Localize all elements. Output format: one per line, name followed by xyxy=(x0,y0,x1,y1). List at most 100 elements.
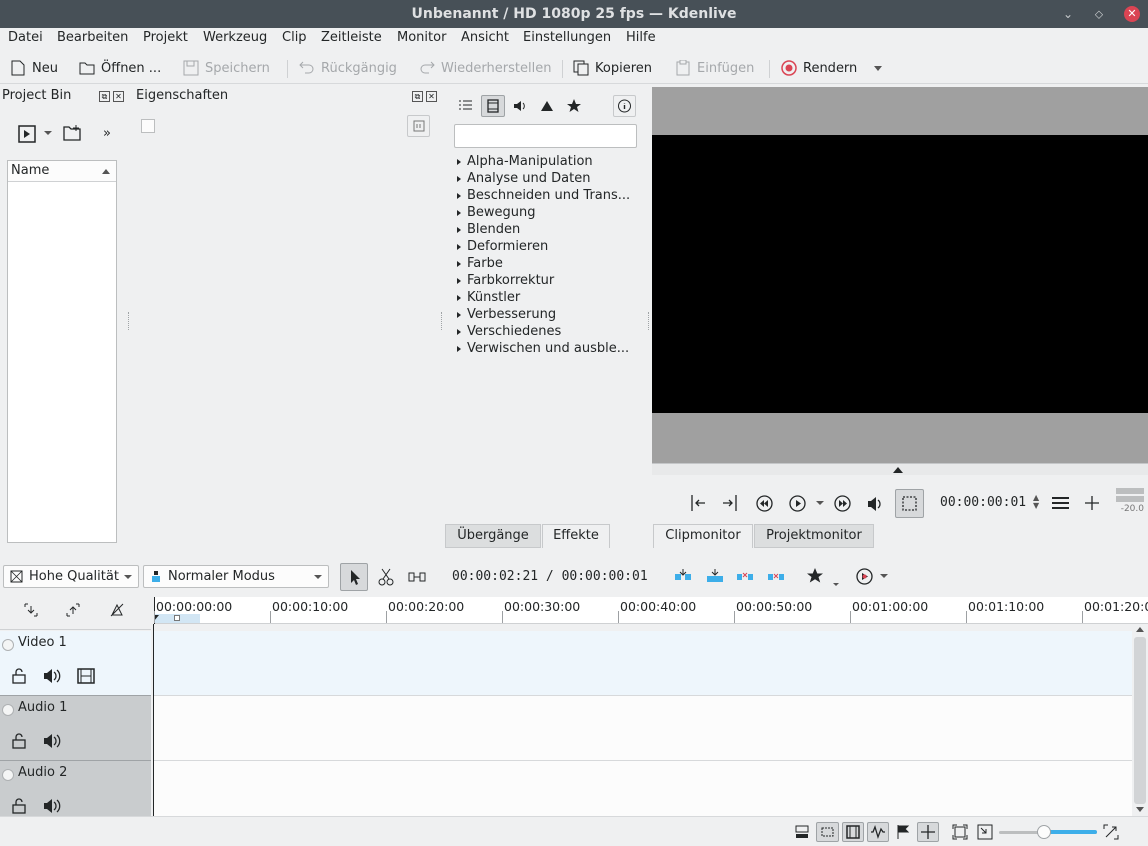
column-header-name[interactable]: Name xyxy=(8,161,116,182)
scroll-up-icon[interactable] xyxy=(1136,627,1144,632)
list-item[interactable]: Farbkorrektur xyxy=(454,273,644,290)
menu-einstellungen[interactable]: Einstellungen xyxy=(523,30,611,45)
menu-werkzeug[interactable]: Werkzeug xyxy=(203,30,267,45)
extract-zone-icon[interactable] xyxy=(736,569,754,583)
render-dropdown-icon[interactable] xyxy=(874,66,882,71)
volume-icon[interactable] xyxy=(866,495,888,513)
favorite-effects-star-icon[interactable] xyxy=(806,567,824,584)
scrollbar-thumb[interactable] xyxy=(1134,637,1146,804)
track-header-video-1[interactable]: Video 1 xyxy=(0,631,151,696)
disable-effects-icon[interactable] xyxy=(110,603,124,617)
edit-mode-select[interactable]: Normaler Modus xyxy=(143,565,329,588)
tab-clip-monitor[interactable]: Clipmonitor xyxy=(653,524,753,548)
redo-button[interactable]: Wiederherstellen xyxy=(419,59,551,77)
float-icon[interactable]: ⧉ xyxy=(412,91,423,102)
track-target-indicator[interactable] xyxy=(2,769,14,781)
fast-forward-icon[interactable] xyxy=(834,495,851,512)
menu-ansicht[interactable]: Ansicht xyxy=(461,30,509,45)
maximize-icon[interactable]: ⬦ xyxy=(1091,6,1107,22)
properties-config-button[interactable] xyxy=(407,115,430,137)
monitor-ruler[interactable] xyxy=(652,463,1148,475)
add-clip-dropdown-icon[interactable] xyxy=(44,131,52,135)
rewind-icon[interactable] xyxy=(756,495,773,512)
float-icon[interactable]: ⧉ xyxy=(99,91,110,102)
zoom-in-icon[interactable] xyxy=(1103,824,1119,840)
thumbnails-button[interactable] xyxy=(816,822,839,842)
list-item[interactable]: Farbe xyxy=(454,256,644,273)
track-name[interactable]: Audio 2 xyxy=(18,765,67,780)
properties-checkbox[interactable] xyxy=(141,119,155,133)
playhead-marker-icon[interactable] xyxy=(893,467,903,473)
favorites-dropdown-icon[interactable] xyxy=(833,583,839,586)
close-icon[interactable]: ✕ xyxy=(1124,6,1140,22)
video-effects-tab[interactable] xyxy=(481,95,505,117)
mute-audio-icon[interactable] xyxy=(43,733,63,749)
menu-clip[interactable]: Clip xyxy=(282,30,307,45)
zoom-slider[interactable] xyxy=(999,825,1097,839)
favorites-star-icon[interactable] xyxy=(566,98,582,113)
scroll-down-icon[interactable] xyxy=(1136,807,1144,812)
menu-bearbeiten[interactable]: Bearbeiten xyxy=(57,30,128,45)
list-item[interactable]: Alpha-Manipulation xyxy=(454,154,644,171)
preview-dropdown-icon[interactable] xyxy=(880,574,888,578)
project-bin-list[interactable]: Name xyxy=(7,160,117,543)
zone-handle[interactable] xyxy=(174,615,180,621)
spacer-tool-icon[interactable] xyxy=(408,570,426,584)
render-button[interactable]: Rendern xyxy=(781,59,857,77)
tab-project-monitor[interactable]: Projektmonitor xyxy=(754,524,874,548)
hide-video-icon[interactable] xyxy=(77,668,95,684)
video-thumbnails-button[interactable] xyxy=(842,822,864,842)
monitor-video-display[interactable] xyxy=(652,135,1148,413)
list-item[interactable]: Blenden xyxy=(454,222,644,239)
effects-search-input[interactable] xyxy=(454,124,637,148)
list-item[interactable]: Verbesserung xyxy=(454,307,644,324)
play-dropdown-icon[interactable] xyxy=(816,501,824,505)
effect-info-button[interactable] xyxy=(613,95,636,117)
timeline-scrollbar[interactable] xyxy=(1132,624,1148,816)
audio-thumbnails-button[interactable] xyxy=(867,822,889,842)
zoom-out-icon[interactable] xyxy=(977,824,993,840)
minimize-icon[interactable]: ⌄ xyxy=(1060,6,1076,22)
mute-audio-icon[interactable] xyxy=(43,668,63,684)
overwrite-clip-icon[interactable] xyxy=(706,569,724,583)
track-header-audio-1[interactable]: Audio 1 xyxy=(0,696,151,761)
track-name[interactable]: Audio 1 xyxy=(18,700,67,715)
track-lane-audio-2[interactable] xyxy=(154,761,1132,816)
razor-tool-icon[interactable] xyxy=(378,568,394,586)
mute-audio-icon[interactable] xyxy=(43,798,63,814)
track-lane-audio-1[interactable] xyxy=(154,696,1132,761)
lock-icon[interactable] xyxy=(12,668,26,684)
set-zone-in-icon[interactable] xyxy=(689,494,707,512)
snap-button[interactable] xyxy=(917,822,939,842)
menu-zeitleiste[interactable]: Zeitleiste xyxy=(321,30,382,45)
timecode-spinner-icon[interactable]: ▲ ▼ xyxy=(1033,494,1039,510)
tab-effects[interactable]: Effekte xyxy=(542,524,610,548)
list-item[interactable]: Beschneiden und Trans... xyxy=(454,188,644,205)
collapse-tracks-icon[interactable] xyxy=(24,603,38,617)
list-item[interactable]: Bewegung xyxy=(454,205,644,222)
more-icon[interactable]: » xyxy=(103,126,111,141)
add-clip-icon[interactable] xyxy=(18,125,36,143)
undo-button[interactable]: Rückgängig xyxy=(299,59,397,77)
track-lane-video-1[interactable] xyxy=(154,631,1132,696)
list-view-icon[interactable] xyxy=(458,99,472,111)
play-icon[interactable] xyxy=(789,495,806,512)
monitor-zoom-button[interactable] xyxy=(895,489,924,518)
selection-tool-button[interactable] xyxy=(340,563,368,591)
splitter-handle[interactable] xyxy=(441,312,443,330)
add-folder-icon[interactable] xyxy=(63,125,81,141)
list-item[interactable]: Deformieren xyxy=(454,239,644,256)
lock-icon[interactable] xyxy=(12,798,26,814)
menu-monitor[interactable]: Monitor xyxy=(397,30,446,45)
custom-effects-icon[interactable] xyxy=(539,99,555,113)
close-dock-icon[interactable]: ✕ xyxy=(426,91,437,102)
fit-zoom-icon[interactable] xyxy=(952,824,968,840)
expand-tracks-icon[interactable] xyxy=(66,603,80,617)
list-item[interactable]: Analyse und Daten xyxy=(454,171,644,188)
menu-projekt[interactable]: Projekt xyxy=(143,30,188,45)
audio-effects-icon[interactable] xyxy=(512,99,528,113)
track-target-indicator[interactable] xyxy=(2,704,14,716)
list-item[interactable]: Verschiedenes xyxy=(454,324,644,341)
split-audio-icon[interactable] xyxy=(795,825,809,839)
list-item[interactable]: Künstler xyxy=(454,290,644,307)
